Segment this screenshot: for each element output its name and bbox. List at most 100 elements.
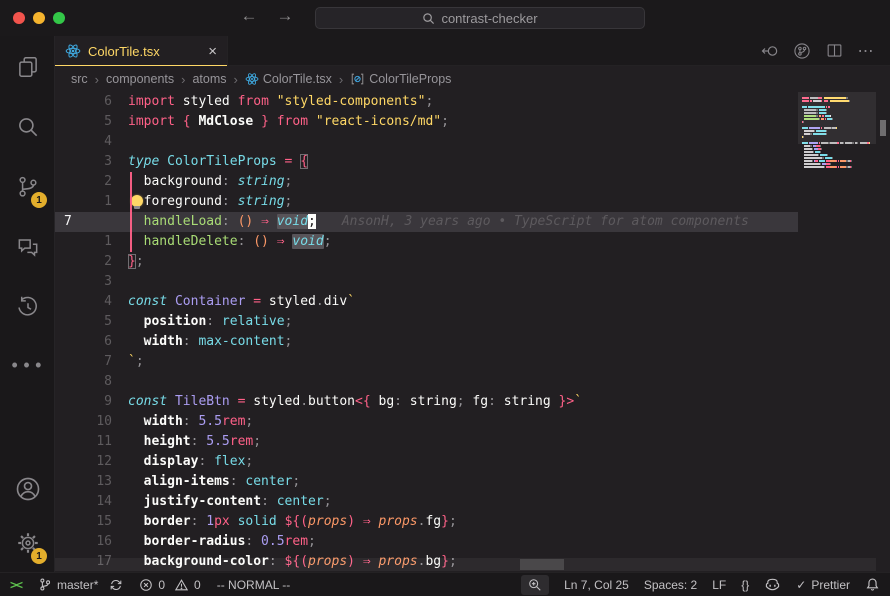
traffic-lights [13,12,65,24]
code-line[interactable]: 14 justify-content: center; [55,492,798,512]
minimize-window-button[interactable] [33,12,45,24]
code-line[interactable]: 1 foreground: string; [55,192,798,212]
line-number[interactable]: 12 [64,452,112,472]
code-line[interactable]: 5import { MdClose } from "react-icons/md… [55,112,798,132]
history-icon [15,294,41,320]
cursor-position-indicator[interactable]: Ln 7, Col 25 [564,578,629,592]
branch-indicator[interactable]: master* [38,577,123,592]
sidebar-item-source-control[interactable]: 1 [0,162,55,212]
sidebar-item-more-views[interactable]: • • • [0,340,55,390]
indentation-indicator[interactable]: Spaces: 2 [644,578,697,592]
language-mode-indicator[interactable]: {} [741,578,749,592]
open-changes-icon[interactable] [758,39,782,63]
line-number[interactable]: 6 [64,332,112,352]
lightbulb-icon[interactable] [131,195,143,207]
line-number[interactable]: 8 [64,372,112,392]
code-line[interactable]: 7 handleLoad: () ⇒ void;AnsonH, 3 years … [55,212,798,232]
code-line[interactable]: 2 background: string; [55,172,798,192]
tab-colortile[interactable]: ColorTile.tsx × [55,36,228,66]
split-editor-icon[interactable] [822,39,846,63]
horizontal-scrollbar-thumb[interactable] [520,559,564,570]
breadcrumb-atoms[interactable]: atoms [192,72,226,86]
line-number[interactable]: 1 [64,232,112,252]
code-line[interactable]: 12 display: flex; [55,452,798,472]
vim-mode-indicator[interactable]: -- NORMAL -- [217,578,291,592]
sidebar-item-comments[interactable] [0,222,55,272]
line-number[interactable]: 2 [64,172,112,192]
line-number[interactable]: 3 [64,152,112,172]
line-number[interactable]: 9 [64,392,112,412]
code-line[interactable]: 3type ColorTileProps = { [55,152,798,172]
code-line[interactable]: 4 [55,132,798,152]
code-line[interactable]: 10 width: 5.5rem; [55,412,798,432]
vertical-scrollbar-thumb[interactable] [880,120,886,136]
minimap[interactable] [798,92,876,572]
line-number[interactable]: 4 [64,292,112,312]
code-line[interactable]: 11 height: 5.5rem; [55,432,798,452]
sidebar-item-search[interactable] [0,102,55,152]
zoom-window-button[interactable] [53,12,65,24]
breadcrumb-file[interactable]: ColorTile.tsx [245,72,332,86]
open-pull-request-icon[interactable] [790,39,814,63]
formatter-indicator[interactable]: ✓ Prettier [796,578,850,592]
code-line[interactable]: 16 border-radius: 0.5rem; [55,532,798,552]
branch-name: master* [57,578,98,592]
code-line[interactable]: 6 width: max-content; [55,332,798,352]
line-number[interactable]: 3 [64,272,112,292]
code-line[interactable]: 4const Container = styled.div` [55,292,798,312]
account-button[interactable] [0,464,55,514]
code-line[interactable]: 5 position: relative; [55,312,798,332]
notifications-bell[interactable] [865,577,880,592]
command-center-search[interactable]: contrast-checker [315,7,645,29]
eol-indicator[interactable]: LF [712,578,726,592]
remote-indicator[interactable]: >< [10,578,22,592]
code-line[interactable]: 7`; [55,352,798,372]
line-number[interactable]: 15 [64,512,112,532]
breadcrumb-symbol[interactable]: ColorTileProps [350,72,451,86]
code-line[interactable]: 9const TileBtn = styled.button<{ bg: str… [55,392,798,412]
line-number[interactable]: 16 [64,532,112,552]
line-number[interactable]: 2 [64,252,112,272]
code-line[interactable]: 2}; [55,252,798,272]
editor-pane[interactable]: 6import styled from "styled-components";… [55,92,890,572]
vertical-scrollbar[interactable] [876,92,890,572]
error-icon [139,578,153,592]
code-line[interactable]: 1 handleDelete: () ⇒ void; [55,232,798,252]
line-number[interactable]: 11 [64,432,112,452]
warning-count: 0 [194,578,201,592]
line-number[interactable]: 13 [64,472,112,492]
code-line[interactable]: 3 [55,272,798,292]
line-number[interactable]: 1 [64,192,112,212]
code-line[interactable]: 8 [55,372,798,392]
code-line[interactable]: 6import styled from "styled-components"; [55,92,798,112]
breadcrumb-src[interactable]: src [71,72,88,86]
settings-button[interactable]: 1 [0,518,55,568]
code-line[interactable]: 13 align-items: center; [55,472,798,492]
line-number[interactable]: 5 [64,312,112,332]
zoom-indicator[interactable] [521,575,549,595]
line-number[interactable]: 6 [64,92,112,112]
line-number[interactable]: 7 [64,212,112,232]
code-line[interactable]: 15 border: 1px solid ${(props) ⇒ props.f… [55,512,798,532]
back-arrow-icon[interactable]: ← [238,6,260,26]
line-number[interactable]: 4 [64,132,112,152]
line-number[interactable]: 10 [64,412,112,432]
close-tab-icon[interactable]: × [208,44,217,59]
copilot-indicator[interactable] [764,577,781,592]
sidebar-item-history[interactable] [0,282,55,332]
line-number[interactable]: 7 [64,352,112,372]
line-number[interactable]: 14 [64,492,112,512]
sidebar-item-explorer[interactable] [0,42,55,92]
more-actions-icon[interactable]: ⋯ [854,39,878,63]
close-window-button[interactable] [13,12,25,24]
line-number[interactable]: 5 [64,112,112,132]
minimap-viewport-slider[interactable] [798,92,876,144]
settings-badge: 1 [31,548,47,564]
code-text: border: 1px solid ${(props) ⇒ props.fg}; [128,512,457,532]
problems-indicator[interactable]: 0 0 [139,578,200,592]
forward-arrow-icon[interactable]: → [274,6,296,26]
code-text: background: string; [128,172,292,192]
code-lines[interactable]: 6import styled from "styled-components";… [55,92,798,572]
breadcrumb-components[interactable]: components [106,72,174,86]
horizontal-scrollbar[interactable] [55,558,876,571]
